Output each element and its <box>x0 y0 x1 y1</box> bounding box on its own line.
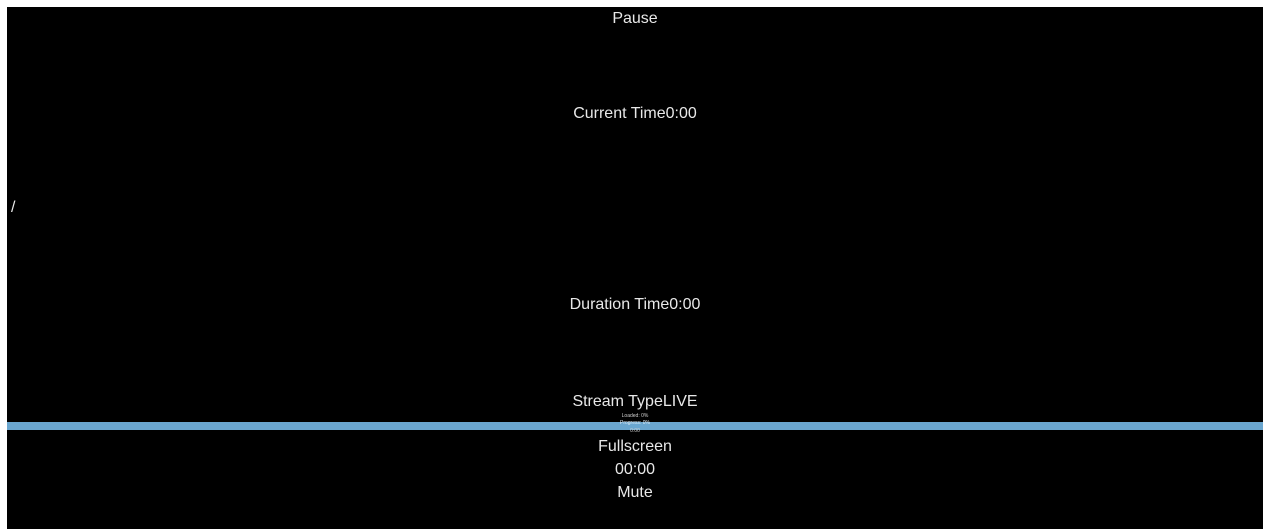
mute-button[interactable]: Mute <box>7 484 1263 502</box>
duration-display: Duration Time0:00 <box>7 296 1263 314</box>
fullscreen-label: Fullscreen <box>598 438 672 455</box>
mute-label: Mute <box>617 484 653 501</box>
video-player[interactable]: Pause Current Time0:00 / Duration Time0:… <box>7 7 1263 529</box>
stream-type-value: LIVE <box>662 393 698 410</box>
current-time-value: 0:00 <box>665 105 697 122</box>
pause-label: Pause <box>612 10 658 27</box>
time-divider: / <box>11 199 16 216</box>
stream-type-label: Stream Type <box>572 393 663 410</box>
pause-button[interactable]: Pause <box>7 10 1263 28</box>
seek-time-tooltip: 0:00 <box>630 428 640 434</box>
remaining-time-display: 00:00 <box>614 461 656 478</box>
loaded-percentage: Loaded: 0% <box>621 413 649 419</box>
fullscreen-button[interactable]: Fullscreen <box>7 438 1263 456</box>
duration-value: 0:00 <box>669 296 701 313</box>
progress-percentage: Progress: 0% <box>619 420 650 426</box>
current-time-display: Current Time0:00 <box>7 105 1263 123</box>
current-time-label: Current Time <box>573 105 666 122</box>
stream-type-display: Stream TypeLIVE <box>7 393 1263 411</box>
duration-label: Duration Time <box>569 296 670 313</box>
